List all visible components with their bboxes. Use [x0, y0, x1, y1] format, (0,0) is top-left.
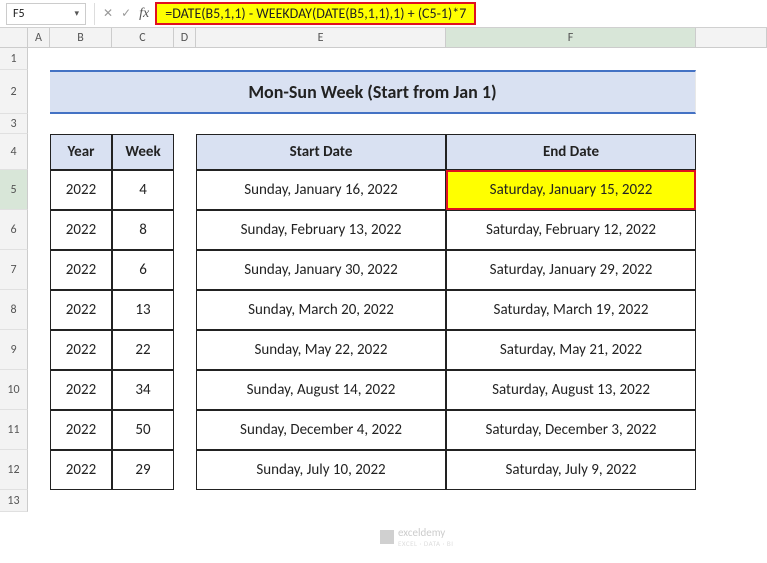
cell-end-10[interactable]: Saturday, August 13, 2022 [446, 370, 696, 410]
cell-week-8[interactable]: 13 [112, 290, 174, 330]
select-all-corner[interactable] [0, 28, 28, 47]
cell-end-6[interactable]: Saturday, February 12, 2022 [446, 210, 696, 250]
header-year[interactable]: Year [50, 134, 112, 170]
cell-week-10[interactable]: 34 [112, 370, 174, 410]
divider [94, 3, 95, 25]
cell-start-6[interactable]: Sunday, February 13, 2022 [196, 210, 446, 250]
cell-end-7[interactable]: Saturday, January 29, 2022 [446, 250, 696, 290]
row-header-13[interactable]: 13 [0, 490, 28, 512]
watermark-sub: EXCEL · DATA · BI [398, 539, 454, 548]
watermark: exceldemy EXCEL · DATA · BI [380, 526, 454, 548]
cell-end-12[interactable]: Saturday, July 9, 2022 [446, 450, 696, 490]
cell-end-9[interactable]: Saturday, May 21, 2022 [446, 330, 696, 370]
row-header-4[interactable]: 4 [0, 134, 28, 170]
cell-end-11[interactable]: Saturday, December 3, 2022 [446, 410, 696, 450]
cell-end-5[interactable]: Saturday, January 15, 2022 [446, 170, 696, 210]
row-header-5[interactable]: 5 [0, 170, 28, 210]
watermark-icon [380, 530, 394, 544]
row-header-11[interactable]: 11 [0, 410, 28, 450]
cell-week-6[interactable]: 8 [112, 210, 174, 250]
cell-start-7[interactable]: Sunday, January 30, 2022 [196, 250, 446, 290]
row-headers: 12345678910111213 [0, 48, 28, 512]
row-header-10[interactable]: 10 [0, 370, 28, 410]
column-headers: ABCDEF [0, 28, 767, 48]
cell-year-8[interactable]: 2022 [50, 290, 112, 330]
header-end-date[interactable]: End Date [446, 134, 696, 170]
cell-start-12[interactable]: Sunday, July 10, 2022 [196, 450, 446, 490]
spreadsheet-grid: ABCDEF 12345678910111213 Mon-Sun Week (S… [0, 28, 767, 48]
row-header-1[interactable]: 1 [0, 48, 28, 70]
cell-year-10[interactable]: 2022 [50, 370, 112, 410]
formula-buttons: ✕ ✓ fx [103, 6, 149, 22]
col-header-C[interactable]: C [112, 28, 174, 47]
row-header-2[interactable]: 2 [0, 70, 28, 114]
col-header-D[interactable]: D [174, 28, 196, 47]
header-week[interactable]: Week [112, 134, 174, 170]
cancel-icon[interactable]: ✕ [103, 6, 113, 21]
formula-bar-row: F5 ▾ ✕ ✓ fx =DATE(B5,1,1) - WEEKDAY(DATE… [0, 0, 767, 28]
name-box[interactable]: F5 ▾ [6, 3, 86, 25]
cell-start-9[interactable]: Sunday, May 22, 2022 [196, 330, 446, 370]
cell-year-12[interactable]: 2022 [50, 450, 112, 490]
col-header-F[interactable]: F [446, 28, 696, 47]
cell-year-9[interactable]: 2022 [50, 330, 112, 370]
chevron-down-icon[interactable]: ▾ [74, 8, 79, 19]
watermark-name: exceldemy [398, 526, 445, 539]
cell-week-9[interactable]: 22 [112, 330, 174, 370]
row-header-12[interactable]: 12 [0, 450, 28, 490]
header-start-date[interactable]: Start Date [196, 134, 446, 170]
title-cell[interactable]: Mon-Sun Week (Start from Jan 1) [50, 70, 696, 114]
formula-text: =DATE(B5,1,1) - WEEKDAY(DATE(B5,1,1),1) … [155, 2, 476, 25]
cell-start-5[interactable]: Sunday, January 16, 2022 [196, 170, 446, 210]
cell-year-11[interactable]: 2022 [50, 410, 112, 450]
row-header-3[interactable]: 3 [0, 114, 28, 134]
row-header-8[interactable]: 8 [0, 290, 28, 330]
cell-year-7[interactable]: 2022 [50, 250, 112, 290]
fx-icon[interactable]: fx [139, 6, 149, 22]
cell-end-8[interactable]: Saturday, March 19, 2022 [446, 290, 696, 330]
row-header-6[interactable]: 6 [0, 210, 28, 250]
cell-start-10[interactable]: Sunday, August 14, 2022 [196, 370, 446, 410]
cell-start-8[interactable]: Sunday, March 20, 2022 [196, 290, 446, 330]
name-box-value: F5 [13, 7, 25, 21]
col-header-E[interactable]: E [196, 28, 446, 47]
col-header-A[interactable]: A [28, 28, 50, 47]
col-header-B[interactable]: B [50, 28, 112, 47]
cell-year-5[interactable]: 2022 [50, 170, 112, 210]
cell-year-6[interactable]: 2022 [50, 210, 112, 250]
cell-week-12[interactable]: 29 [112, 450, 174, 490]
cell-week-5[interactable]: 4 [112, 170, 174, 210]
confirm-icon[interactable]: ✓ [121, 6, 131, 21]
cell-start-11[interactable]: Sunday, December 4, 2022 [196, 410, 446, 450]
cell-week-11[interactable]: 50 [112, 410, 174, 450]
cell-week-7[interactable]: 6 [112, 250, 174, 290]
row-header-9[interactable]: 9 [0, 330, 28, 370]
formula-bar[interactable]: =DATE(B5,1,1) - WEEKDAY(DATE(B5,1,1),1) … [155, 3, 761, 25]
row-header-7[interactable]: 7 [0, 250, 28, 290]
